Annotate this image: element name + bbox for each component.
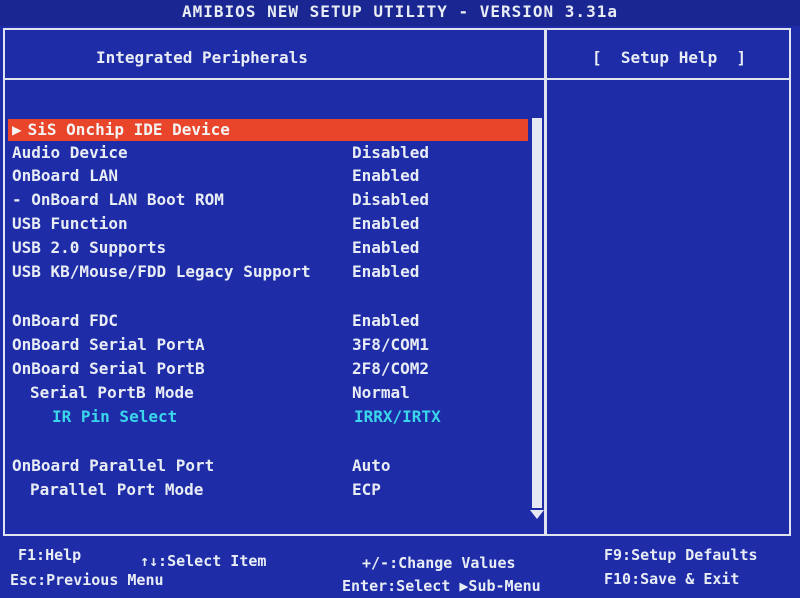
scroll-down-arrow-icon[interactable] <box>530 510 544 519</box>
save-exit-key-hint: F10:Save & Exit <box>604 570 740 588</box>
setting-label: OnBoard Parallel Port <box>12 456 215 475</box>
help-key-hint: F1:Help <box>18 546 82 564</box>
setting-row-onboard-fdc[interactable]: OnBoard FDC Enabled <box>8 310 528 332</box>
setting-value[interactable]: Enabled <box>352 213 419 235</box>
setting-label: OnBoard FDC <box>12 311 118 330</box>
key-legend: F1:Help ↑↓:Select Item +/-:Change Values… <box>0 540 800 598</box>
setting-label: Serial PortB Mode <box>30 383 194 402</box>
section-title: Integrated Peripherals <box>96 48 308 67</box>
change-values-key-hint: +/-:Change Values <box>362 554 516 572</box>
setting-value[interactable]: Normal <box>352 382 410 404</box>
left-header-divider <box>5 78 544 80</box>
setting-row-ir-pin-select: IR Pin Select IRRX/IRTX <box>8 406 528 428</box>
setting-row-usb-2-supports[interactable]: USB 2.0 Supports Enabled <box>8 237 528 259</box>
setting-row-parallel-port-mode[interactable]: Parallel Port Mode ECP <box>8 479 528 501</box>
vertical-divider <box>544 28 547 536</box>
setting-value[interactable]: Disabled <box>352 142 429 164</box>
setup-defaults-key-hint: F9:Setup Defaults <box>604 546 758 564</box>
setting-label: - OnBoard LAN Boot ROM <box>12 190 224 209</box>
setting-label: Parallel Port Mode <box>30 480 204 499</box>
submenu-key-hint: Enter:Select ▶Sub-Menu <box>342 577 541 595</box>
setting-label: OnBoard LAN <box>12 166 118 185</box>
setting-value[interactable]: Enabled <box>352 261 419 283</box>
app-title: AMIBIOS NEW SETUP UTILITY - VERSION 3.31… <box>182 2 618 21</box>
setting-row-onboard-serial-porta[interactable]: OnBoard Serial PortA 3F8/COM1 <box>8 334 528 356</box>
setting-row-onboard-lan[interactable]: OnBoard LAN Enabled <box>8 165 528 187</box>
setting-row-audio-device[interactable]: Audio Device Disabled <box>8 142 528 164</box>
setting-value[interactable]: 2F8/COM2 <box>352 358 429 380</box>
setting-value: IRRX/IRTX <box>354 407 441 426</box>
setting-row-usb-function[interactable]: USB Function Enabled <box>8 213 528 235</box>
select-item-key-hint: ↑↓:Select Item <box>140 552 267 570</box>
setting-row-serial-portb-mode[interactable]: Serial PortB Mode Normal <box>8 382 528 404</box>
setting-row-onboard-parallel-port[interactable]: OnBoard Parallel Port Auto <box>8 455 528 477</box>
setup-help-title: [ Setup Help ] <box>592 48 747 67</box>
setting-label: USB 2.0 Supports <box>12 238 167 257</box>
setting-value[interactable]: Disabled <box>352 189 429 211</box>
submenu-arrow-icon: ▶ <box>12 120 22 139</box>
setting-label-text: SiS Onchip IDE Device <box>27 120 230 139</box>
setting-value[interactable]: ECP <box>352 479 381 501</box>
setting-label: USB KB/Mouse/FDD Legacy Support <box>12 262 311 281</box>
setting-value[interactable]: Enabled <box>352 237 419 259</box>
title-bar: AMIBIOS NEW SETUP UTILITY - VERSION 3.31… <box>0 0 800 26</box>
setting-label: OnBoard Serial PortA <box>12 335 205 354</box>
setting-label: IR Pin Select <box>52 407 178 426</box>
scrollbar[interactable] <box>530 118 544 522</box>
scrollbar-thumb[interactable] <box>532 118 542 508</box>
setting-label: ▶ SiS Onchip IDE Device <box>12 119 230 141</box>
setting-label: OnBoard Serial PortB <box>12 359 205 378</box>
setting-value[interactable]: Enabled <box>352 165 419 187</box>
setting-row-onboard-lan-boot-rom[interactable]: - OnBoard LAN Boot ROM Disabled <box>8 189 528 211</box>
setting-label: Audio Device <box>12 143 128 162</box>
setting-row-sis-onchip-ide-device[interactable]: ▶ SiS Onchip IDE Device <box>8 119 528 141</box>
setting-value[interactable]: Auto <box>352 455 391 477</box>
right-header-divider <box>547 78 789 80</box>
setting-label: USB Function <box>12 214 128 233</box>
setting-value[interactable]: Enabled <box>352 310 419 332</box>
setting-row-onboard-serial-portb[interactable]: OnBoard Serial PortB 2F8/COM2 <box>8 358 528 380</box>
setting-value[interactable]: 3F8/COM1 <box>352 334 429 356</box>
previous-menu-key-hint: Esc:Previous Menu <box>10 571 164 589</box>
setting-row-usb-legacy-support[interactable]: USB KB/Mouse/FDD Legacy Support Enabled <box>8 261 528 283</box>
